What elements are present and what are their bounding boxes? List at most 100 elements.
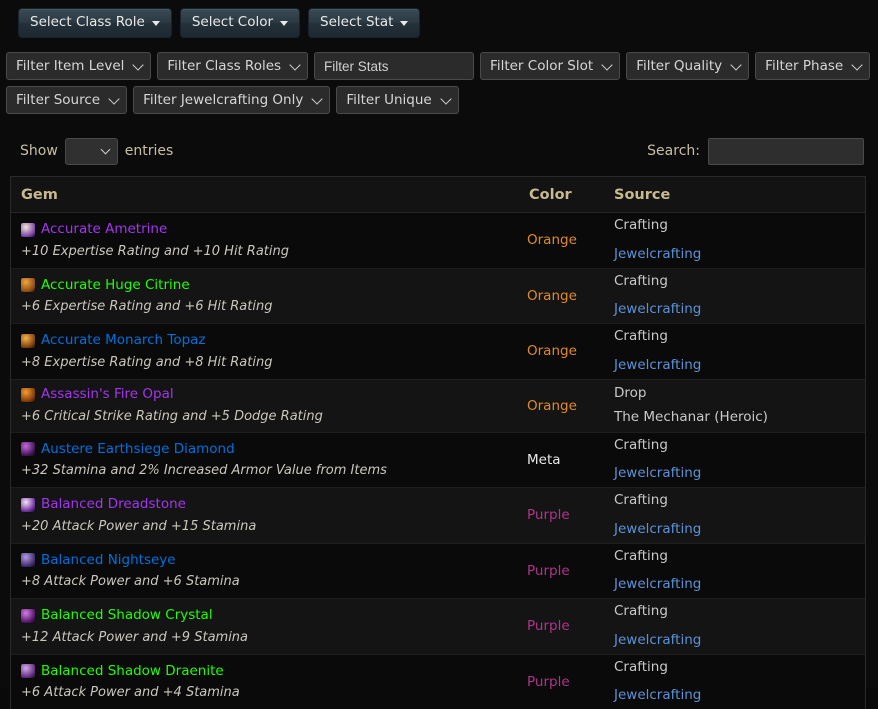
- source-type-text: Crafting: [614, 439, 865, 453]
- table-row: Balanced Dreadstone+20 Attack Power and …: [11, 488, 865, 544]
- gem-source-cell: Crafting Jewelcrafting: [612, 488, 865, 544]
- select-color-button[interactable]: Select Color: [180, 8, 300, 38]
- source-detail-link[interactable]: Jewelcrafting: [614, 576, 701, 592]
- filter-jewelcrafting-only-select[interactable]: Filter Jewelcrafting Only: [133, 86, 330, 114]
- select-button-row: Select Class Role Select Color Select St…: [0, 0, 878, 38]
- filter-item-level-label: Filter Item Level: [16, 58, 124, 74]
- gem-source-cell: DropThe Mechanar (Heroic): [612, 379, 865, 432]
- gem-color-value: Orange: [527, 324, 612, 380]
- filter-source-label: Filter Source: [16, 92, 100, 108]
- caret-down-icon: [400, 21, 408, 26]
- select-class-role-button[interactable]: Select Class Role: [18, 8, 172, 38]
- table-row: Assassin's Fire Opal+6 Critical Strike R…: [11, 379, 865, 432]
- table-row: Balanced Shadow Draenite+6 Attack Power …: [11, 654, 865, 709]
- gem-icon: [21, 498, 35, 512]
- gem-table: Gem Color Source Accurate Ametrine +10 Ex…: [11, 177, 865, 709]
- page-root: Select Class Role Select Color Select St…: [0, 0, 878, 688]
- gem-table-container: Gem Color Source Accurate Ametrine +10 Ex…: [10, 176, 866, 709]
- source-detail-link[interactable]: Jewelcrafting: [614, 687, 701, 703]
- select-class-role-label: Select Class Role: [30, 16, 145, 30]
- search-control: Search:: [647, 138, 864, 165]
- gem-name-link[interactable]: Balanced Shadow Crystal: [41, 609, 213, 623]
- filter-quality-select[interactable]: Filter Quality: [626, 52, 749, 80]
- source-type-text: Drop: [614, 387, 865, 401]
- gem-source-cell: Crafting Jewelcrafting: [612, 432, 865, 488]
- gem-cell: Accurate Monarch Topaz +8 Expertise Ratin…: [11, 324, 527, 380]
- column-header-color[interactable]: Color: [527, 177, 612, 213]
- table-row: Accurate Huge Citrine+6 Expertise Rating…: [11, 268, 865, 324]
- gem-cell: Accurate Huge Citrine+6 Expertise Rating…: [11, 268, 527, 324]
- gem-color-value: Purple: [527, 599, 612, 655]
- filter-class-roles-label: Filter Class Roles: [167, 58, 281, 74]
- chevron-down-icon: [100, 145, 110, 155]
- source-type-text: Crafting: [614, 494, 865, 508]
- source-detail-link[interactable]: Jewelcrafting: [614, 357, 701, 373]
- gem-source-cell: Crafting Jewelcrafting: [612, 599, 865, 655]
- caret-down-icon: [280, 21, 288, 26]
- gem-name-link[interactable]: Austere Earthsiege Diamond: [41, 443, 235, 457]
- gem-color-value: Purple: [527, 654, 612, 709]
- gem-source-cell: CraftingJewelcrafting: [612, 213, 865, 269]
- column-header-source[interactable]: Source: [612, 177, 865, 213]
- source-type-text: Crafting: [614, 330, 865, 344]
- gem-name-link[interactable]: Assassin's Fire Opal: [41, 388, 174, 402]
- filter-stats-input[interactable]: [314, 52, 474, 80]
- chevron-down-icon: [133, 59, 144, 70]
- source-detail-link[interactable]: Jewelcrafting: [614, 301, 701, 317]
- filter-class-roles-select[interactable]: Filter Class Roles: [157, 52, 308, 80]
- filter-phase-select[interactable]: Filter Phase: [755, 52, 870, 80]
- entries-length-control: Show entries: [20, 138, 173, 165]
- filter-source-select[interactable]: Filter Source: [6, 86, 127, 114]
- filter-item-level-select[interactable]: Filter Item Level: [6, 52, 151, 80]
- filter-row-primary: Filter Item Level Filter Class Roles Fil…: [0, 52, 878, 80]
- chevron-down-icon: [108, 93, 119, 104]
- filter-unique-select[interactable]: Filter Unique: [336, 86, 458, 114]
- source-type-text: Crafting: [614, 605, 865, 619]
- source-detail-link[interactable]: Jewelcrafting: [614, 632, 701, 648]
- gem-color-value: Orange: [527, 213, 612, 269]
- source-detail-link[interactable]: Jewelcrafting: [614, 246, 701, 262]
- filter-color-slot-select[interactable]: Filter Color Slot: [480, 52, 620, 80]
- filter-jewelcrafting-only-label: Filter Jewelcrafting Only: [143, 92, 303, 108]
- entries-label: entries: [125, 143, 174, 159]
- gem-cell: Balanced Nightseye+8 Attack Power and +6…: [11, 543, 527, 599]
- column-header-gem[interactable]: Gem: [11, 177, 527, 213]
- gem-stats-text: +8 Expertise Rating and +8 Hit Rating: [21, 356, 527, 369]
- gem-color-value: Meta: [527, 432, 612, 488]
- gem-name-link[interactable]: Balanced Shadow Draenite: [41, 665, 224, 679]
- select-stat-button[interactable]: Select Stat: [308, 8, 420, 38]
- source-detail-link[interactable]: Jewelcrafting: [614, 465, 701, 481]
- entries-length-select[interactable]: [65, 138, 118, 165]
- caret-down-icon: [152, 21, 160, 26]
- gem-icon: [21, 223, 35, 237]
- chevron-down-icon: [312, 93, 323, 104]
- source-type-text: Crafting: [614, 661, 865, 675]
- filter-unique-label: Filter Unique: [346, 92, 431, 108]
- gem-color-value: Purple: [527, 488, 612, 544]
- gem-name-link[interactable]: Balanced Dreadstone: [41, 498, 186, 512]
- gem-name-link[interactable]: Accurate Huge Citrine: [41, 279, 190, 293]
- gem-name-link[interactable]: Accurate Monarch Topaz: [41, 334, 206, 348]
- source-detail-link[interactable]: Jewelcrafting: [614, 521, 701, 537]
- show-label: Show: [20, 143, 58, 159]
- filter-color-slot-label: Filter Color Slot: [490, 58, 593, 74]
- gem-cell: Balanced Shadow Draenite+6 Attack Power …: [11, 654, 527, 709]
- filter-quality-label: Filter Quality: [636, 58, 722, 74]
- select-color-label: Select Color: [192, 16, 273, 30]
- gem-source-cell: Crafting Jewelcrafting: [612, 654, 865, 709]
- search-input[interactable]: [708, 138, 864, 165]
- gem-name-link[interactable]: Balanced Nightseye: [41, 554, 176, 568]
- gem-icon: [21, 278, 35, 292]
- gem-stats-text: +10 Expertise Rating and +10 Hit Rating: [21, 245, 527, 258]
- gem-source-cell: CraftingJewelcrafting: [612, 268, 865, 324]
- gem-cell: Balanced Shadow Crystal+12 Attack Power …: [11, 599, 527, 655]
- filter-phase-label: Filter Phase: [765, 58, 843, 74]
- gem-icon: [21, 609, 35, 623]
- gem-source-cell: Crafting Jewelcrafting: [612, 324, 865, 380]
- gem-icon: [21, 553, 35, 567]
- table-body: Accurate Ametrine +10 Expertise Rating an…: [11, 213, 865, 709]
- filter-row-secondary: Filter Source Filter Jewelcrafting Only …: [0, 86, 878, 114]
- chevron-down-icon: [602, 59, 613, 70]
- gem-name-link[interactable]: Accurate Ametrine: [41, 223, 167, 237]
- source-type-text: Crafting: [614, 550, 865, 564]
